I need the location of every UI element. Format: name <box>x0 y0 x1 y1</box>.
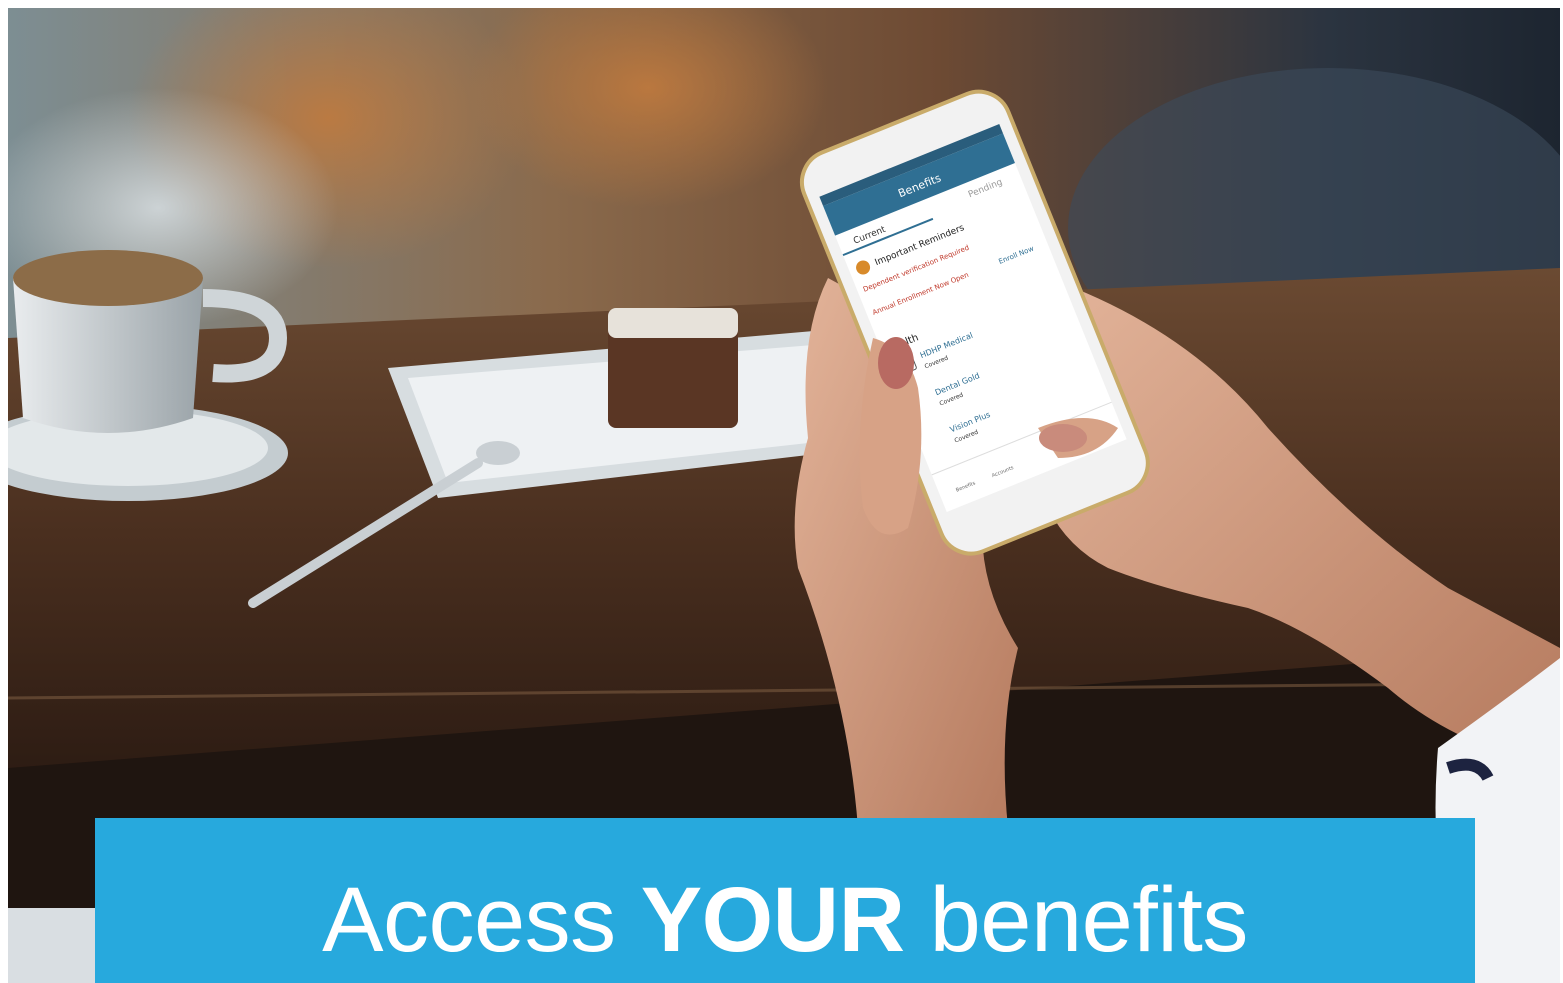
headline-word-benefits: benefits <box>929 869 1249 971</box>
headline: Access YOUR benefits <box>95 870 1475 970</box>
headline-word-access: Access <box>322 869 616 971</box>
headline-word-your: YOUR <box>640 869 905 971</box>
headline-banner: Access YOUR benefits <box>95 818 1475 983</box>
